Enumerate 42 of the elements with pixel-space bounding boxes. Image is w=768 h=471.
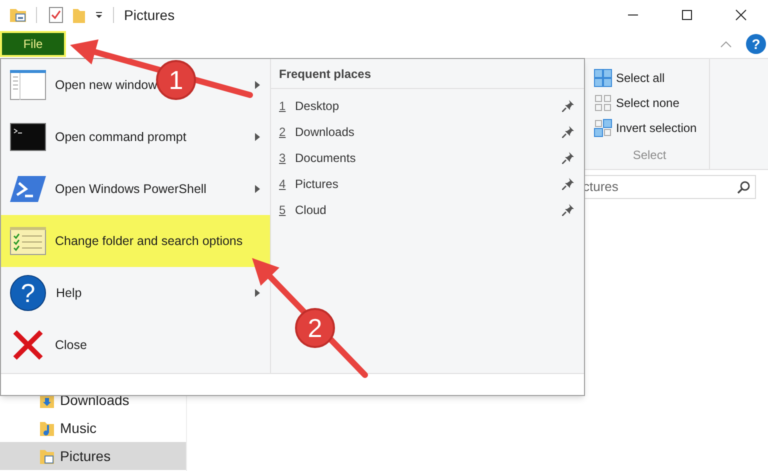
grid-icon <box>594 94 612 112</box>
folder-icon <box>40 448 54 464</box>
pin-icon[interactable] <box>562 152 574 164</box>
nav-item[interactable]: Pictures <box>0 442 186 470</box>
menu-item[interactable]: Open Windows PowerShell <box>55 180 206 198</box>
close-icon <box>735 9 747 21</box>
pin-icon[interactable] <box>562 126 574 138</box>
menu-item[interactable]: Open command prompt <box>55 128 186 146</box>
help-icon: ? <box>10 275 46 311</box>
window-icon <box>9 70 47 100</box>
frequent-place-item[interactable]: 2 Downloads <box>271 119 584 145</box>
frequent-place-item[interactable]: 1 Desktop <box>271 93 584 119</box>
ribbon-button[interactable]: Select none <box>590 90 709 115</box>
folder-icon <box>40 420 54 436</box>
search-icon <box>737 180 751 194</box>
file-tab[interactable]: File <box>0 31 66 57</box>
frequent-place-item[interactable]: 5 Cloud <box>271 197 584 223</box>
menu-item[interactable]: Help <box>56 284 82 302</box>
collapse-ribbon-icon[interactable] <box>720 40 732 48</box>
pin-icon[interactable] <box>562 100 574 112</box>
ribbon-button[interactable]: Invert selection <box>590 115 709 140</box>
window-title: Pictures <box>124 6 175 24</box>
menu-item[interactable]: Change folder and search options <box>1 215 270 267</box>
help-button[interactable]: ? <box>746 34 766 54</box>
frequent-place-item[interactable]: 3 Documents <box>271 145 584 171</box>
grid-icon <box>594 118 612 136</box>
checkmark-icon[interactable] <box>49 7 63 23</box>
pin-icon[interactable] <box>562 204 574 216</box>
prompt-icon <box>9 123 47 151</box>
maximize-icon <box>681 9 693 21</box>
options-icon <box>9 227 47 255</box>
menu-item[interactable]: Open new window <box>55 76 158 94</box>
menu-item[interactable]: Close <box>55 336 87 354</box>
nav-item[interactable]: Music <box>0 414 186 442</box>
ribbon-button[interactable]: Select all <box>590 65 709 90</box>
dropdown-icon[interactable] <box>95 11 103 19</box>
powershell-icon <box>9 175 47 203</box>
folder-icon[interactable] <box>10 8 26 22</box>
grid-icon <box>594 68 612 86</box>
pin-icon[interactable] <box>562 178 574 190</box>
group-label: Select <box>632 147 668 164</box>
section-heading: Frequent places <box>279 66 372 82</box>
